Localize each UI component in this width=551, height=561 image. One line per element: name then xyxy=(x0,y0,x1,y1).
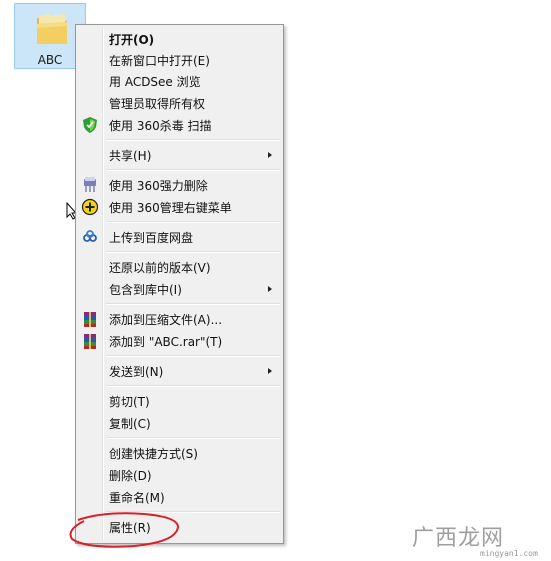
menu-item-label: 使用 360管理右键菜单 xyxy=(109,201,232,215)
menu-item-label: 添加到 "ABC.rar"(T) xyxy=(109,335,223,349)
menu-item-include-library[interactable]: 包含到库中(I) xyxy=(79,279,280,299)
menu-item-360-menu-manager[interactable]: 使用 360管理右键菜单 xyxy=(79,197,280,217)
shredder-icon xyxy=(84,177,96,192)
menu-item-open[interactable]: 打开(O) xyxy=(79,29,280,49)
folder-icon xyxy=(37,14,67,44)
winrar-icon xyxy=(84,334,96,349)
watermark-text: 广西龙网 xyxy=(412,526,505,551)
menu-separator xyxy=(106,221,280,223)
baidu-cloud-icon xyxy=(83,230,97,242)
menu-item-label: 还原以前的版本(V) xyxy=(109,261,211,275)
menu-item-add-to-archive[interactable]: 添加到压缩文件(A)... xyxy=(79,309,280,329)
menu-separator xyxy=(106,385,280,387)
menu-item-label: 使用 360杀毒 扫描 xyxy=(109,119,212,133)
menu-item-label: 复制(C) xyxy=(109,417,151,431)
menu-item-label: 创建快捷方式(S) xyxy=(109,447,198,461)
menu-item-label: 用 ACDSee 浏览 xyxy=(109,75,201,89)
menu-item-upload-baidu[interactable]: 上传到百度网盘 xyxy=(79,227,280,247)
menu-separator xyxy=(106,437,280,439)
menu-item-label: 共享(H) xyxy=(109,149,152,163)
menu-item-label: 上传到百度网盘 xyxy=(109,231,194,245)
menu-item-label: 添加到压缩文件(A)... xyxy=(109,313,223,327)
menu-item-label: 重命名(M) xyxy=(109,491,165,505)
menu-separator xyxy=(106,355,280,357)
menu-item-create-shortcut[interactable]: 创建快捷方式(S) xyxy=(79,443,280,463)
menu-item-cut[interactable]: 剪切(T) xyxy=(79,391,280,411)
menu-item-take-ownership[interactable]: 管理员取得所有权 xyxy=(79,93,280,113)
menu-item-360-force-delete[interactable]: 使用 360强力删除 xyxy=(79,175,280,195)
submenu-arrow-icon xyxy=(268,368,272,374)
menu-item-label: 管理员取得所有权 xyxy=(109,97,206,111)
menu-item-label: 使用 360强力删除 xyxy=(109,179,208,193)
watermark-url: mingyan1.com xyxy=(480,549,538,558)
plus-circle-icon xyxy=(81,198,99,216)
menu-item-label: 删除(D) xyxy=(109,469,152,483)
menu-item-open-new-window[interactable]: 在新窗口中打开(E) xyxy=(79,50,280,70)
menu-item-label: 在新窗口中打开(E) xyxy=(109,54,210,68)
menu-item-label: 发送到(N) xyxy=(109,365,164,379)
shield-icon xyxy=(83,117,97,133)
menu-item-send-to[interactable]: 发送到(N) xyxy=(79,361,280,381)
menu-item-acdsee-browse[interactable]: 用 ACDSee 浏览 xyxy=(79,71,280,91)
annotation-circle xyxy=(69,512,180,548)
menu-separator xyxy=(106,303,280,305)
context-menu: 打开(O) 在新窗口中打开(E) 用 ACDSee 浏览 管理员取得所有权 使用… xyxy=(75,24,284,544)
winrar-icon xyxy=(84,312,96,327)
annotation-stroke xyxy=(69,512,180,548)
menu-item-delete[interactable]: 删除(D) xyxy=(79,465,280,485)
submenu-arrow-icon xyxy=(268,286,272,292)
submenu-arrow-icon xyxy=(268,152,272,158)
menu-item-add-to-abc-rar[interactable]: 添加到 "ABC.rar"(T) xyxy=(79,331,280,351)
menu-separator xyxy=(106,251,280,253)
menu-item-label: 打开(O) xyxy=(109,33,155,47)
menu-item-rename[interactable]: 重命名(M) xyxy=(79,487,280,507)
menu-item-360-scan[interactable]: 使用 360杀毒 扫描 xyxy=(79,115,280,135)
menu-separator xyxy=(106,169,280,171)
menu-item-restore-versions[interactable]: 还原以前的版本(V) xyxy=(79,257,280,277)
menu-item-label: 剪切(T) xyxy=(109,395,150,409)
menu-separator xyxy=(106,139,280,141)
menu-item-share[interactable]: 共享(H) xyxy=(79,145,280,165)
menu-item-copy[interactable]: 复制(C) xyxy=(79,413,280,433)
menu-item-label: 包含到库中(I) xyxy=(109,283,182,297)
